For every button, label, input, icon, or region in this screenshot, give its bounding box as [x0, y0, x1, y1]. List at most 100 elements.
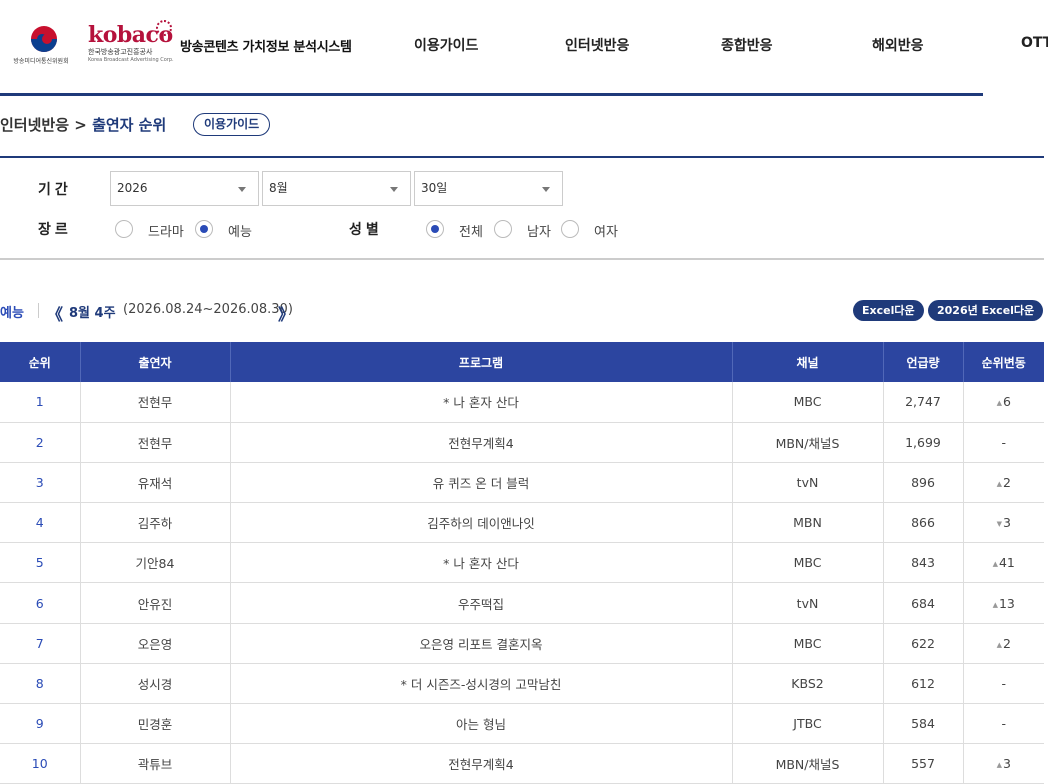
gender-radio-female[interactable] — [561, 220, 579, 238]
site-header: 방송미디어통신위원회 kobaco 한국방송광고진흥공사 Korea Broad… — [0, 0, 1048, 96]
mentions-cell: 866 — [882, 502, 963, 544]
gender-label: 성별 — [349, 222, 383, 238]
day-select[interactable]: 30일 — [414, 171, 563, 206]
performer-cell: 민경훈 — [79, 703, 230, 745]
year-excel-download-button[interactable]: 2026년 Excel다운 — [928, 300, 1044, 321]
next-week-icon[interactable]: 》 — [278, 301, 294, 325]
breadcrumb-parent[interactable]: 인터넷반응 — [0, 116, 69, 134]
channel-cell: MBC — [731, 623, 883, 664]
rank-cell: 10 — [0, 743, 80, 784]
rank-up-value: 13 — [993, 596, 1015, 611]
rank-up-value: 6 — [997, 394, 1011, 409]
genre-radio-drama[interactable] — [115, 220, 133, 238]
table-row[interactable]: 10곽튜브전현무계획4MBN/채널S557 3 — [0, 743, 1044, 784]
breadcrumb-separator: > — [74, 116, 87, 134]
performer-cell: 김주하 — [79, 502, 230, 544]
rank-change-cell: 3 — [962, 743, 1044, 784]
mentions-cell: 612 — [882, 663, 963, 705]
program-cell: 유 퀴즈 온 더 블럭 — [229, 462, 732, 504]
mentions-cell: 1,699 — [882, 422, 963, 463]
channel-cell: MBN/채널S — [731, 743, 883, 784]
nav-guide[interactable]: 이용가이드 — [414, 35, 478, 55]
excel-download-button[interactable]: Excel다운 — [853, 300, 924, 321]
emblem-logo[interactable]: 방송미디어통신위원회 — [10, 22, 72, 70]
program-cell: * 나 혼자 산다 — [229, 542, 732, 584]
week-range: (2026.08.24~2026.08.30) — [123, 302, 293, 317]
rank-down-value: 3 — [997, 515, 1011, 530]
mentions-cell: 2,747 — [882, 382, 963, 423]
table-row[interactable]: 1전현무* 나 혼자 산다MBC2,747 6 — [0, 382, 1044, 423]
rank-cell: 1 — [0, 382, 80, 423]
col-performer: 출연자 — [79, 342, 230, 382]
rank-unchanged-value: - — [1001, 434, 1006, 450]
performer-cell: 전현무 — [79, 422, 230, 463]
col-rank: 순위 — [0, 342, 80, 382]
year-select[interactable]: 2026 — [110, 171, 259, 206]
kobaco-subtitle-en: Korea Broadcast Advertising Corp. — [88, 57, 174, 63]
gender-option-male[interactable]: 남자 — [527, 221, 551, 240]
table-row[interactable]: 7오은영오은영 리포트 결혼지옥MBC622 2 — [0, 623, 1044, 664]
table-row[interactable]: 9 민경훈 아는 형님 JTBC 584 - — [0, 703, 1044, 745]
header-divider — [0, 93, 983, 96]
table-row[interactable]: 5기안84* 나 혼자 산다MBC843 41 — [0, 542, 1044, 584]
rank-up-value: 3 — [997, 756, 1011, 771]
table-row[interactable]: 6안유진우주떡집tvN684 13 — [0, 582, 1044, 624]
site-title[interactable]: 방송콘텐츠 가치정보 분석시스템 — [180, 36, 352, 55]
year-select-value: 2026 — [117, 181, 148, 195]
kobaco-logo[interactable]: kobaco 한국방송광고진흥공사 Korea Broadcast Advert… — [88, 20, 178, 72]
performer-cell: 유재석 — [79, 462, 230, 504]
genre-option-variety[interactable]: 예능 — [228, 221, 252, 240]
performer-cell: 기안84 — [79, 542, 230, 584]
genre-radio-variety[interactable] — [195, 220, 213, 238]
rank-cell: 8 — [0, 663, 80, 705]
rank-cell: 4 — [0, 502, 80, 544]
mentions-cell: 896 — [882, 462, 963, 504]
table-row[interactable]: 8 성시경 * 더 시즌즈-성시경의 고막남친 KBS2 612 - — [0, 663, 1044, 705]
week-separator — [38, 303, 39, 318]
month-select[interactable]: 8월 — [262, 171, 411, 206]
program-cell: 오은영 리포트 결혼지옥 — [229, 623, 732, 664]
mentions-cell: 843 — [882, 542, 963, 584]
guide-button[interactable]: 이용가이드 — [193, 113, 271, 136]
gender-radio-male[interactable] — [494, 220, 512, 238]
channel-cell: MBC — [731, 382, 883, 423]
rank-cell: 5 — [0, 542, 80, 584]
nav-overall[interactable]: 종합반응 — [721, 35, 773, 55]
breadcrumb-divider — [0, 156, 1044, 158]
performer-cell: 안유진 — [79, 582, 230, 624]
table-row[interactable]: 4김주하김주하의 데이앤나잇MBN866 3 — [0, 502, 1044, 544]
chevron-down-icon — [238, 187, 246, 192]
rank-change-cell: 3 — [962, 502, 1044, 544]
channel-cell: KBS2 — [731, 663, 883, 705]
program-cell: 아는 형님 — [229, 703, 732, 745]
rank-change-cell: - — [962, 422, 1044, 463]
performer-cell: 곽튜브 — [79, 743, 230, 784]
gender-option-female[interactable]: 여자 — [594, 221, 618, 240]
table-row[interactable]: 2 전현무 전현무계획4 MBN/채널S 1,699 - — [0, 422, 1044, 463]
emblem-text: 방송미디어통신위원회 — [13, 58, 69, 65]
week-label: 8월 4주 — [69, 306, 116, 321]
rank-change-cell: 41 — [962, 542, 1044, 584]
ranking-table: 순위 출연자 프로그램 채널 언급량 순위변동 1 전현무 * 나 혼자 산다 MBC… — [0, 342, 1044, 784]
program-cell: 전현무계획4 — [229, 743, 732, 784]
genre-label: 장르 — [38, 222, 72, 238]
genre-option-drama[interactable]: 드라마 — [148, 221, 184, 240]
rank-change-cell: 2 — [962, 623, 1044, 664]
channel-cell: MBC — [731, 542, 883, 584]
chevron-down-icon — [542, 187, 550, 192]
gender-radio-all[interactable] — [426, 220, 444, 238]
nav-internet[interactable]: 인터넷반응 — [565, 35, 629, 55]
prev-week-icon[interactable]: 《 — [47, 301, 63, 325]
nav-ott[interactable]: OTT — [1021, 35, 1048, 51]
program-cell: 김주하의 데이앤나잇 — [229, 502, 732, 544]
performer-cell: 성시경 — [79, 663, 230, 705]
rank-up-value: 41 — [993, 555, 1015, 570]
nav-overseas[interactable]: 해외반응 — [872, 35, 924, 55]
rank-cell: 2 — [0, 422, 80, 463]
gender-option-all[interactable]: 전체 — [459, 221, 483, 240]
mentions-cell: 622 — [882, 623, 963, 664]
rank-change-cell: - — [962, 663, 1044, 705]
col-mentions: 언급량 — [882, 342, 963, 382]
rank-change-cell: 2 — [962, 462, 1044, 504]
table-row[interactable]: 3유재석유 퀴즈 온 더 블럭tvN896 2 — [0, 462, 1044, 504]
